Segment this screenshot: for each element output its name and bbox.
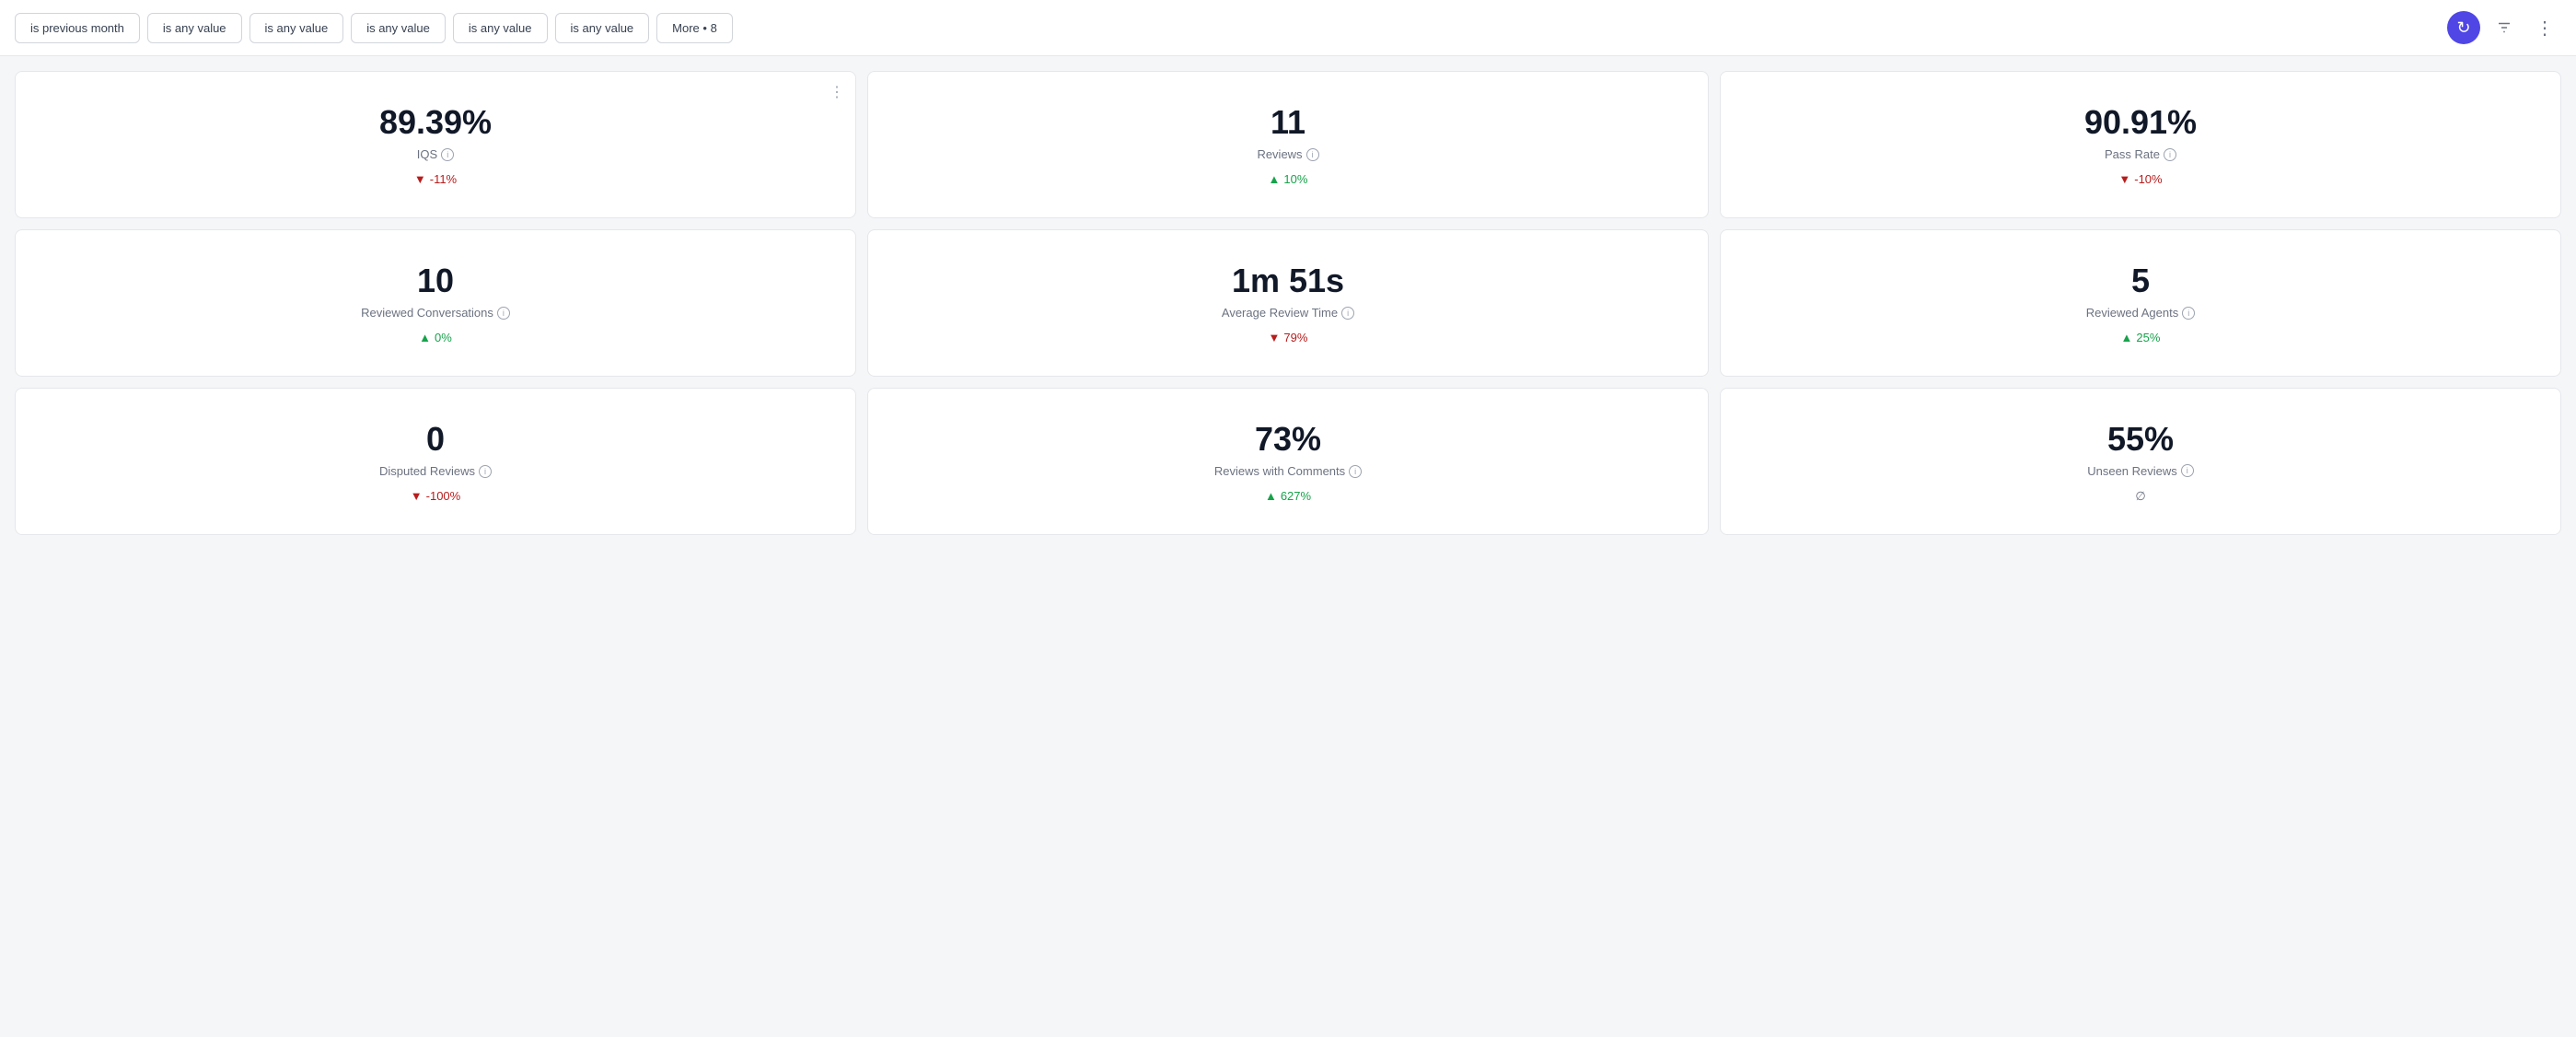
metric-card-iqs: ⋮ 89.39% IQSi -11% bbox=[15, 71, 856, 218]
metric-value-reviews: 11 bbox=[1271, 103, 1305, 142]
filter-pill-date[interactable]: is previous month bbox=[15, 13, 140, 43]
filter-pill-f3[interactable]: is any value bbox=[351, 13, 446, 43]
metric-change-reviewed_conversations: 0% bbox=[419, 331, 452, 344]
arrow-up-icon-reviewed_conversations bbox=[419, 331, 431, 344]
arrow-down-icon-disputed_reviews bbox=[411, 489, 423, 503]
metrics-grid: ⋮ 89.39% IQSi -11% 11 Reviewsi 10% 90.91% Pass… bbox=[0, 56, 2576, 550]
metric-value-avg_review_time: 1m 51s bbox=[1232, 262, 1344, 300]
card-menu-button[interactable]: ⋮ bbox=[830, 83, 844, 101]
info-icon-unseen_reviews[interactable]: i bbox=[2181, 464, 2194, 477]
metric-change-pass_rate: -10% bbox=[2118, 172, 2162, 186]
filter-pill-f5[interactable]: is any value bbox=[555, 13, 650, 43]
metric-value-iqs: 89.39% bbox=[379, 103, 492, 142]
metric-value-reviewed_conversations: 10 bbox=[417, 262, 454, 300]
filter-bar: is previous monthis any valueis any valu… bbox=[0, 0, 2576, 56]
metric-value-disputed_reviews: 0 bbox=[426, 420, 445, 459]
metric-label-pass_rate: Pass Ratei bbox=[2105, 147, 2176, 161]
info-icon-reviews_with_comments[interactable]: i bbox=[1349, 465, 1362, 478]
metric-change-disputed_reviews: -100% bbox=[411, 489, 460, 503]
filter-pill-f4[interactable]: is any value bbox=[453, 13, 548, 43]
metric-card-avg_review_time: 1m 51s Average Review Timei 79% bbox=[867, 229, 1709, 377]
info-icon-pass_rate[interactable]: i bbox=[2164, 148, 2176, 161]
metric-change-reviews: 10% bbox=[1269, 172, 1308, 186]
metric-change-unseen_reviews: ∅ bbox=[2135, 489, 2145, 504]
arrow-up-icon-reviews_with_comments bbox=[1265, 489, 1277, 503]
metric-value-reviewed_agents: 5 bbox=[2131, 262, 2150, 300]
filter-button[interactable] bbox=[2488, 11, 2521, 44]
filter-pill-f1[interactable]: is any value bbox=[147, 13, 242, 43]
metric-card-pass_rate: 90.91% Pass Ratei -10% bbox=[1720, 71, 2561, 218]
metric-card-disputed_reviews: 0 Disputed Reviewsi -100% bbox=[15, 388, 856, 535]
more-options-button[interactable]: ⋮ bbox=[2528, 11, 2561, 44]
metric-card-reviewed_conversations: 10 Reviewed Conversationsi 0% bbox=[15, 229, 856, 377]
info-icon-avg_review_time[interactable]: i bbox=[1341, 307, 1354, 320]
arrow-down-icon-avg_review_time bbox=[1269, 331, 1281, 344]
metric-label-iqs: IQSi bbox=[417, 147, 454, 161]
metric-card-unseen_reviews: 55% Unseen Reviewsi ∅ bbox=[1720, 388, 2561, 535]
metric-card-reviewed_agents: 5 Reviewed Agentsi 25% bbox=[1720, 229, 2561, 377]
info-icon-reviews[interactable]: i bbox=[1306, 148, 1319, 161]
metric-change-reviewed_agents: 25% bbox=[2121, 331, 2161, 344]
metric-label-reviewed_agents: Reviewed Agentsi bbox=[2086, 306, 2195, 320]
more-filters-button[interactable]: More • 8 bbox=[656, 13, 733, 43]
metric-label-reviewed_conversations: Reviewed Conversationsi bbox=[361, 306, 510, 320]
metric-label-unseen_reviews: Unseen Reviewsi bbox=[2087, 464, 2194, 478]
metric-value-unseen_reviews: 55% bbox=[2107, 420, 2174, 459]
metric-label-avg_review_time: Average Review Timei bbox=[1222, 306, 1354, 320]
info-icon-reviewed_conversations[interactable]: i bbox=[497, 307, 510, 320]
arrow-down-icon-iqs bbox=[414, 172, 426, 186]
refresh-button[interactable]: ↻ bbox=[2447, 11, 2480, 44]
metric-card-reviews: 11 Reviewsi 10% bbox=[867, 71, 1709, 218]
metric-change-avg_review_time: 79% bbox=[1269, 331, 1308, 344]
arrow-down-icon-pass_rate bbox=[2118, 172, 2130, 186]
arrow-up-icon-reviewed_agents bbox=[2121, 331, 2133, 344]
metric-label-reviews: Reviewsi bbox=[1257, 147, 1318, 161]
metric-change-iqs: -11% bbox=[414, 172, 457, 186]
metric-label-reviews_with_comments: Reviews with Commentsi bbox=[1214, 464, 1362, 478]
info-icon-iqs[interactable]: i bbox=[441, 148, 454, 161]
filter-pill-f2[interactable]: is any value bbox=[249, 13, 344, 43]
metric-value-reviews_with_comments: 73% bbox=[1255, 420, 1321, 459]
metric-label-disputed_reviews: Disputed Reviewsi bbox=[379, 464, 492, 478]
info-icon-reviewed_agents[interactable]: i bbox=[2182, 307, 2195, 320]
metric-card-reviews_with_comments: 73% Reviews with Commentsi 627% bbox=[867, 388, 1709, 535]
info-icon-disputed_reviews[interactable]: i bbox=[479, 465, 492, 478]
metric-value-pass_rate: 90.91% bbox=[2084, 103, 2197, 142]
metric-change-reviews_with_comments: 627% bbox=[1265, 489, 1311, 503]
arrow-up-icon-reviews bbox=[1269, 172, 1281, 186]
